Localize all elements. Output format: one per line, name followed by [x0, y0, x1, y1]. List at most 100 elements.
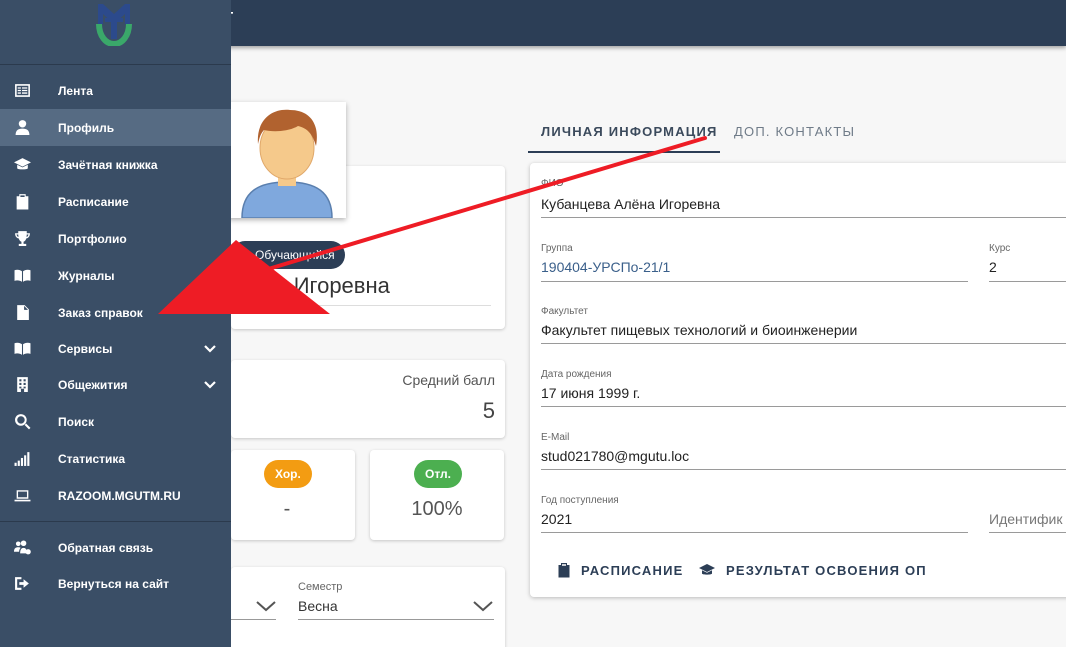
- sidebar-item-label: Расписание: [58, 194, 129, 209]
- grade-good-chip: Хор.: [264, 460, 312, 488]
- sidebar-item-back-to-site[interactable]: Вернуться на сайт: [0, 565, 231, 602]
- fio-label: ФИО: [541, 178, 564, 189]
- personal-info-card: ФИО Кубанцева Алёна Игоревна Группа 1904…: [530, 163, 1066, 597]
- grade-good-card: Хор. -: [231, 450, 355, 540]
- faculty-line: [541, 343, 1066, 344]
- semester-select-line: [298, 619, 494, 620]
- semester-select[interactable]: Весна: [298, 598, 338, 614]
- sidebar-item-label: Статистика: [58, 451, 126, 466]
- search-icon: [13, 413, 31, 431]
- sidebar-item-statistics[interactable]: Статистика: [0, 440, 231, 477]
- sign-out-icon: [13, 575, 31, 593]
- email-label: E-Mail: [541, 432, 570, 443]
- fio-field[interactable]: Кубанцева Алёна Игоревна: [541, 196, 720, 212]
- building-icon: [13, 376, 31, 394]
- semester-chevron-icon[interactable]: [472, 599, 494, 613]
- year-select-chevron-icon[interactable]: [255, 599, 277, 613]
- sidebar-item-label: Журналы: [58, 268, 115, 283]
- sidebar-item-services[interactable]: Сервисы: [0, 330, 231, 367]
- sidebar-item-portfolio[interactable]: Портфолио: [0, 220, 231, 257]
- sidebar-item-feedback[interactable]: Обратная связь: [0, 529, 231, 566]
- graduation-cap-icon: [13, 156, 31, 174]
- admission-year-label: Год поступления: [541, 495, 619, 506]
- sidebar-item-label: Поиск: [58, 414, 95, 429]
- document-icon: [13, 304, 31, 322]
- email-field[interactable]: stud021780@mgutu.loc: [541, 448, 689, 464]
- birth-date-label: Дата рождения: [541, 369, 612, 380]
- average-value: 5: [482, 398, 495, 423]
- sidebar-item-record-book[interactable]: Зачётная книжка: [0, 146, 231, 183]
- role-chip: Обучающийся: [231, 241, 345, 269]
- faculty-label: Факультет: [541, 306, 588, 317]
- learning-results-button-label: РЕЗУЛЬТАТ ОСВОЕНИЯ ОП: [726, 562, 927, 578]
- sidebar-item-label: Зачётная книжка: [58, 157, 158, 172]
- schedule-button-label: РАСПИСАНИЕ: [581, 562, 684, 578]
- group-label: Группа: [541, 243, 573, 254]
- group-line: [541, 281, 968, 282]
- fio-line: [541, 217, 1066, 218]
- sidebar-item-razoom[interactable]: RAZOOM.MGUTM.RU: [0, 477, 231, 514]
- admission-year-line: [541, 532, 968, 533]
- chevron-down-icon[interactable]: [202, 377, 218, 393]
- grade-excellent-chip: Отл.: [414, 460, 463, 488]
- graduation-cap-icon: [699, 564, 715, 575]
- signal-bars-icon: [13, 450, 31, 468]
- sidebar-item-label: Портфолио: [58, 231, 127, 246]
- tab-underline: [528, 151, 720, 153]
- sidebar-item-label: Профиль: [58, 120, 115, 135]
- year-select-line: [231, 619, 276, 620]
- person-icon: [13, 119, 31, 137]
- book-services-icon: [13, 340, 31, 358]
- course-field[interactable]: 2: [989, 259, 997, 275]
- users-icon: [13, 539, 31, 557]
- email-line: [541, 469, 1066, 470]
- faculty-field[interactable]: Факультет пищевых технологий и биоинжене…: [541, 322, 857, 338]
- sidebar-item-schedule[interactable]: Расписание: [0, 183, 231, 220]
- average-label: Средний балл: [402, 372, 495, 388]
- sidebar-divider-top: [0, 64, 231, 65]
- clipboard-icon: [13, 193, 31, 211]
- grade-good-value: -: [283, 498, 291, 520]
- group-link[interactable]: 190404-УРСПо-21/1: [541, 259, 670, 275]
- feed-icon: [13, 82, 31, 100]
- book-open-icon: [13, 267, 31, 285]
- birth-date-line: [541, 406, 1066, 407]
- course-label: Курс: [989, 243, 1011, 254]
- admission-year-field[interactable]: 2021: [541, 511, 572, 527]
- learning-results-button[interactable]: РЕЗУЛЬТАТ ОСВОЕНИЯ ОП: [697, 560, 927, 580]
- student-name: ёна Игоревна: [231, 270, 491, 306]
- sidebar-item-label: Обратная связь: [58, 540, 154, 555]
- avatar: [228, 102, 346, 219]
- grade-excellent-card: Отл. 100%: [370, 450, 504, 540]
- sidebar-item-profile[interactable]: Профиль: [0, 109, 231, 146]
- university-logo: [93, 2, 135, 48]
- laptop-icon: [13, 487, 31, 505]
- birth-date-field[interactable]: 17 июня 1999 г.: [541, 385, 640, 401]
- clipboard-icon: [558, 563, 570, 578]
- sidebar-item-label: Сервисы: [58, 341, 113, 356]
- sidebar: Лента Профиль Зачётная книжка Расписание…: [0, 0, 231, 647]
- sidebar-item-certificates[interactable]: Заказ справок: [0, 294, 231, 331]
- sidebar-item-label: Заказ справок: [58, 305, 143, 320]
- identifier-line: [989, 532, 1066, 533]
- identifier-field[interactable]: Идентифик: [989, 511, 1062, 527]
- sidebar-item-label: RAZOOM.MGUTM.RU: [58, 488, 181, 503]
- trophy-icon: [13, 230, 31, 248]
- sidebar-item-label: Вернуться на сайт: [58, 576, 170, 591]
- tab-personal-info[interactable]: ЛИЧНАЯ ИНФОРМАЦИЯ: [541, 124, 718, 139]
- chevron-down-icon[interactable]: [202, 341, 218, 357]
- semester-label: Семестр: [298, 581, 343, 593]
- schedule-button[interactable]: РАСПИСАНИЕ: [556, 560, 684, 580]
- grade-excellent-value: 100%: [411, 498, 463, 520]
- sidebar-item-journals[interactable]: Журналы: [0, 257, 231, 294]
- tab-extra-contacts[interactable]: ДОП. КОНТАКТЫ: [734, 124, 855, 139]
- sidebar-item-label: Лента: [58, 83, 93, 98]
- sidebar-item-label: Общежития: [58, 377, 128, 392]
- sidebar-item-search[interactable]: Поиск: [0, 403, 231, 440]
- course-line: [989, 281, 1066, 282]
- sidebar-item-dormitories[interactable]: Общежития: [0, 366, 231, 403]
- sidebar-divider-bottom: [0, 521, 231, 522]
- filter-card: Семестр Весна: [231, 567, 505, 647]
- sidebar-item-feed[interactable]: Лента: [0, 72, 231, 109]
- average-card: Средний балл 5: [231, 360, 505, 438]
